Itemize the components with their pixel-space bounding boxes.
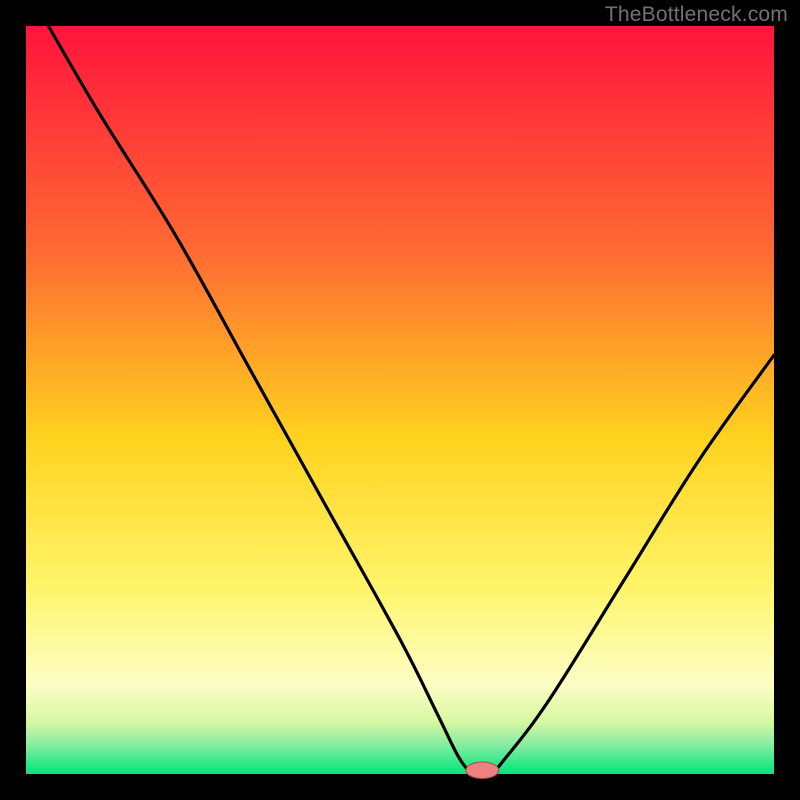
chart-canvas [0, 0, 800, 800]
bottleneck-chart: TheBottleneck.com [0, 0, 800, 800]
